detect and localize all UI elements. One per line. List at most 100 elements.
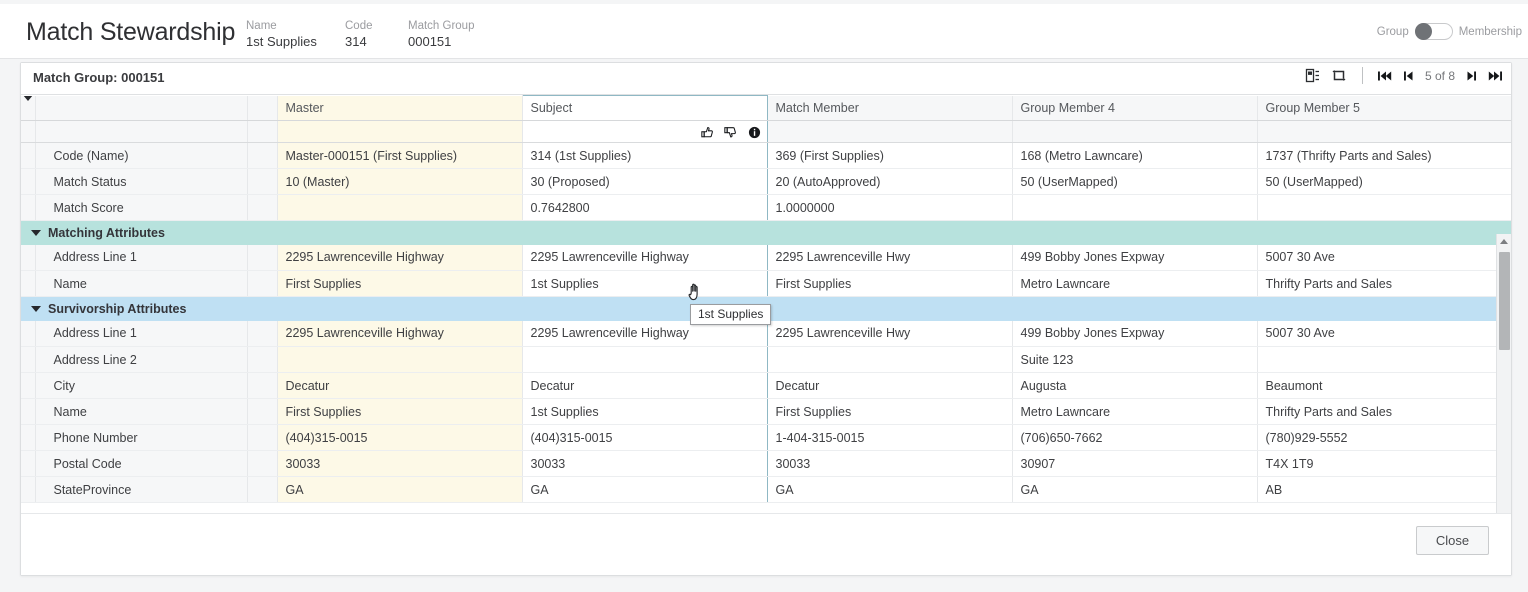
thumbs-down-icon[interactable] <box>724 126 737 139</box>
cell-match-member[interactable]: Decatur <box>767 372 1013 399</box>
cell-group-member-4[interactable]: Metro Lawncare <box>1012 270 1258 297</box>
cell-group-member-5[interactable]: Beaumont <box>1257 372 1511 399</box>
cell-master[interactable]: GA <box>277 476 523 503</box>
section-caret-icon[interactable] <box>31 229 41 236</box>
column-header-subject[interactable]: Subject <box>521 95 768 121</box>
cell-group-member-5[interactable]: 5007 30 Ave <box>1257 320 1511 347</box>
cell-match-member[interactable]: 2295 Lawrenceville Hwy <box>767 244 1013 271</box>
cell-master[interactable]: First Supplies <box>277 270 523 297</box>
row-attribute-label: Name <box>35 398 248 425</box>
toggle-switch[interactable] <box>1414 23 1453 40</box>
cell-master[interactable]: 2295 Lawrenceville Highway <box>277 244 523 271</box>
cell-subject[interactable]: 2295 Lawrenceville Highway <box>521 244 768 271</box>
cell-match-member[interactable]: 1.0000000 <box>767 194 1013 221</box>
pager-position: 5 of 8 <box>1424 68 1455 83</box>
collapse-all-cell[interactable] <box>21 95 36 121</box>
cell-group-member-4[interactable] <box>1012 194 1258 221</box>
cell-group-member-4[interactable]: GA <box>1012 476 1258 503</box>
table-row: Code (Name) Master-000151 (First Supplies… <box>21 142 1511 169</box>
cell-subject[interactable]: GA <box>521 476 768 503</box>
cell-master[interactable]: 2295 Lawrenceville Highway <box>277 320 523 347</box>
cell-group-member-4[interactable]: 168 (Metro Lawncare) <box>1012 142 1258 169</box>
cell-match-member[interactable]: First Supplies <box>767 270 1013 297</box>
section-header-row[interactable]: Matching Attributes <box>21 220 1511 245</box>
cell-subject[interactable] <box>521 346 768 373</box>
cell-group-member-5[interactable] <box>1257 194 1511 221</box>
cell-subject[interactable]: 1st Supplies <box>521 270 768 297</box>
info-icon[interactable] <box>748 126 761 139</box>
swap-arrows-icon[interactable] <box>1330 67 1348 84</box>
action-cell-group-member-5 <box>1257 120 1511 143</box>
scrollbar-thumb[interactable] <box>1499 252 1510 350</box>
group-membership-toggle[interactable]: Group Membership <box>1377 23 1522 40</box>
cell-subject[interactable]: (404)315-0015 <box>521 424 768 451</box>
grid-vertical-scrollbar[interactable] <box>1496 234 1511 547</box>
row-expander-cell <box>21 142 36 169</box>
column-header-match-member[interactable]: Match Member <box>767 95 1013 121</box>
grid-header-row: Master Subject Match Member Group Member… <box>21 95 1511 121</box>
collapse-all-caret-icon[interactable] <box>22 95 33 115</box>
close-button[interactable]: Close <box>1416 526 1489 555</box>
grid-top-rows: Code (Name) Master-000151 (First Supplies… <box>21 142 1511 221</box>
cell-master[interactable]: Decatur <box>277 372 523 399</box>
cell-subject[interactable]: Decatur <box>521 372 768 399</box>
row-gap-spacer <box>247 424 278 451</box>
cell-group-member-4[interactable]: 499 Bobby Jones Expway <box>1012 244 1258 271</box>
cell-master[interactable]: Master-000151 (First Supplies) <box>277 142 523 169</box>
column-header-group-member-5[interactable]: Group Member 5 <box>1257 95 1511 121</box>
cell-group-member-5[interactable]: (780)929-5552 <box>1257 424 1511 451</box>
cell-group-member-4[interactable]: 30907 <box>1012 450 1258 477</box>
cell-group-member-5[interactable] <box>1257 346 1511 373</box>
column-header-group-member-4[interactable]: Group Member 4 <box>1012 95 1258 121</box>
cell-group-member-5[interactable]: Thrifty Parts and Sales <box>1257 270 1511 297</box>
cell-group-member-4[interactable]: Suite 123 <box>1012 346 1258 373</box>
cell-master[interactable]: First Supplies <box>277 398 523 425</box>
cell-match-member[interactable]: 30033 <box>767 450 1013 477</box>
row-gap-spacer <box>247 320 278 347</box>
toolbar-actions: 5 of 8 <box>1304 67 1503 84</box>
cell-subject[interactable]: 1st Supplies <box>521 398 768 425</box>
cell-match-member[interactable]: GA <box>767 476 1013 503</box>
cell-match-member[interactable]: 1-404-315-0015 <box>767 424 1013 451</box>
cell-match-member[interactable]: First Supplies <box>767 398 1013 425</box>
cell-subject[interactable]: 314 (1st Supplies) <box>521 142 768 169</box>
cell-group-member-5[interactable]: 1737 (Thrifty Parts and Sales) <box>1257 142 1511 169</box>
column-header-master[interactable]: Master <box>277 95 523 121</box>
cell-group-member-4[interactable]: 50 (UserMapped) <box>1012 168 1258 195</box>
section-header-cell[interactable]: Matching Attributes <box>21 220 1511 245</box>
cell-group-member-4[interactable]: (706)650-7662 <box>1012 424 1258 451</box>
cell-master[interactable] <box>277 194 523 221</box>
cell-subject[interactable]: 0.7642800 <box>521 194 768 221</box>
table-row: Match Status 10 (Master) 30 (Proposed) 20 (… <box>21 168 1511 195</box>
column-settings-icon[interactable] <box>1304 67 1321 84</box>
cell-master[interactable]: 10 (Master) <box>277 168 523 195</box>
meta-match-group-label: Match Group <box>408 20 475 32</box>
section-caret-icon[interactable] <box>31 305 41 312</box>
cell-group-member-4[interactable]: 499 Bobby Jones Expway <box>1012 320 1258 347</box>
scroll-up-arrow-icon[interactable] <box>1497 234 1511 248</box>
cell-group-member-5[interactable]: AB <box>1257 476 1511 503</box>
row-attribute-label: Match Status <box>35 168 248 195</box>
cell-subject[interactable]: 30033 <box>521 450 768 477</box>
cell-group-member-4[interactable]: Metro Lawncare <box>1012 398 1258 425</box>
last-record-button[interactable] <box>1488 69 1503 83</box>
row-expander-cell <box>21 168 36 195</box>
cell-match-member[interactable]: 2295 Lawrenceville Hwy <box>767 320 1013 347</box>
next-record-button[interactable] <box>1466 69 1477 83</box>
meta-code-label: Code <box>345 20 373 32</box>
cell-master[interactable] <box>277 346 523 373</box>
cell-subject[interactable]: 30 (Proposed) <box>521 168 768 195</box>
cell-group-member-5[interactable]: 5007 30 Ave <box>1257 244 1511 271</box>
cell-group-member-5[interactable]: 50 (UserMapped) <box>1257 168 1511 195</box>
cell-match-member[interactable] <box>767 346 1013 373</box>
cell-master[interactable]: 30033 <box>277 450 523 477</box>
cell-group-member-4[interactable]: Augusta <box>1012 372 1258 399</box>
cell-master[interactable]: (404)315-0015 <box>277 424 523 451</box>
cell-match-member[interactable]: 20 (AutoApproved) <box>767 168 1013 195</box>
previous-record-button[interactable] <box>1403 69 1414 83</box>
cell-group-member-5[interactable]: Thrifty Parts and Sales <box>1257 398 1511 425</box>
thumbs-up-icon[interactable] <box>700 126 714 139</box>
first-record-button[interactable] <box>1377 69 1392 83</box>
cell-group-member-5[interactable]: T4X 1T9 <box>1257 450 1511 477</box>
cell-match-member[interactable]: 369 (First Supplies) <box>767 142 1013 169</box>
